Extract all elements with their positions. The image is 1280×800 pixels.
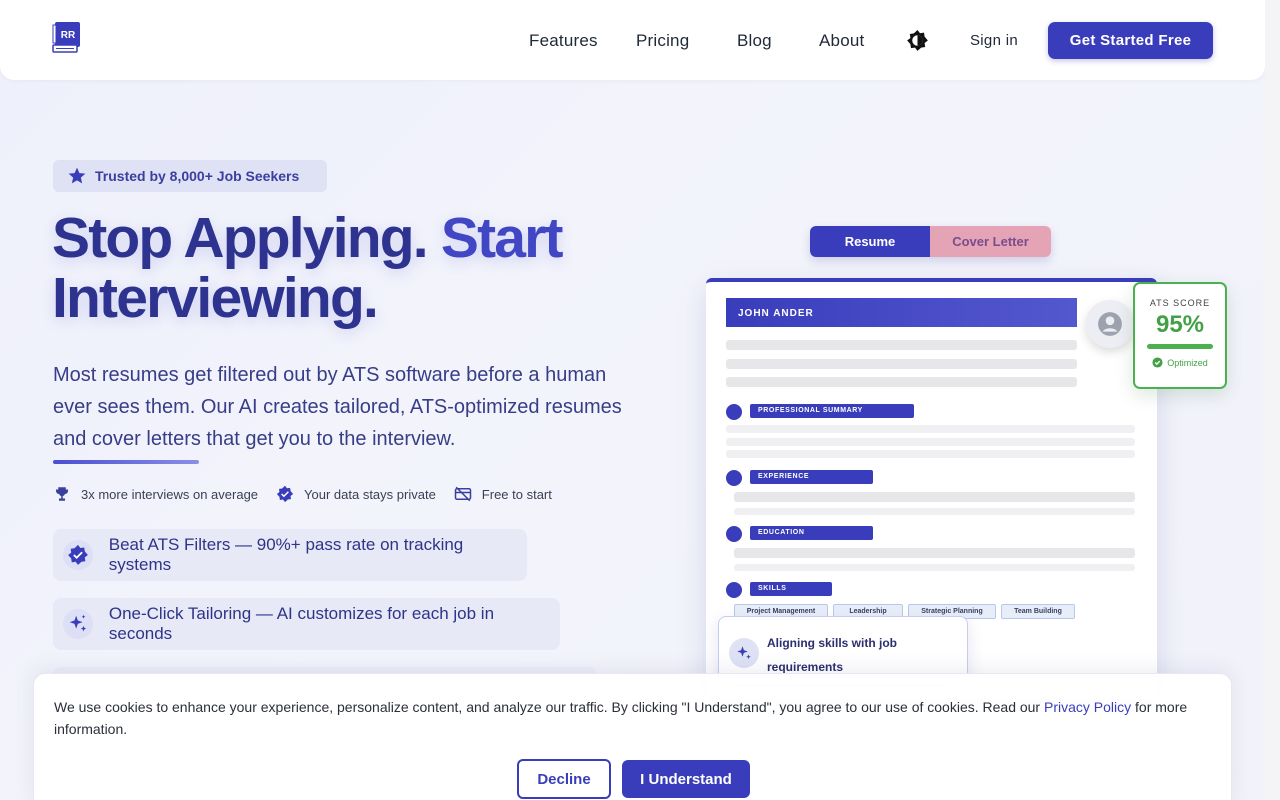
hero-headline: Stop Applying. Start Interviewing. (52, 208, 652, 328)
contrast-icon[interactable] (906, 29, 929, 52)
ats-status-text: Optimized (1167, 357, 1208, 368)
avatar-icon (1086, 300, 1134, 348)
headline-part1: Stop Applying. (52, 206, 429, 270)
check-badge-icon (63, 540, 93, 570)
resume-name: JOHN ANDER (726, 298, 1077, 327)
accept-cookies-button[interactable]: I Understand (622, 760, 750, 798)
stat-item: Your data stays private (276, 485, 436, 503)
tab-cover-letter[interactable]: Cover Letter (930, 226, 1051, 257)
stat-label: Free to start (481, 486, 552, 502)
skill-chip: Team Building (1001, 604, 1075, 619)
get-started-button[interactable]: Get Started Free (1048, 22, 1213, 59)
cookie-text: We use cookies to enhance your experienc… (54, 696, 1214, 740)
hero-stats: 3x more interviews on average Your data … (53, 485, 552, 503)
ats-value: 95% (1155, 311, 1205, 338)
page-scrollbar[interactable] (1265, 0, 1280, 800)
placeholder-line (734, 508, 1135, 515)
placeholder-line (726, 425, 1135, 433)
ats-progress-bar (1147, 344, 1213, 349)
placeholder-line (726, 450, 1135, 458)
ats-status: Optimized (1135, 357, 1225, 368)
check-circle-icon (1152, 357, 1163, 368)
section-summary: PROFESSIONAL SUMMARY (750, 404, 914, 418)
section-education: EDUCATION (750, 526, 873, 540)
stat-item: Free to start (454, 485, 552, 503)
no-card-icon (454, 486, 472, 502)
star-icon (68, 167, 86, 184)
stat-label: Your data stays private (304, 486, 436, 502)
cookie-text-before: We use cookies to enhance your experienc… (54, 699, 1044, 715)
hero-description: Most resumes get filtered out by ATS sof… (53, 364, 622, 450)
verified-icon (276, 485, 294, 503)
trophy-icon (56, 487, 68, 501)
feature-tailoring: One-Click Tailoring — AI customizes for … (53, 598, 560, 650)
hero-underline (53, 460, 199, 464)
placeholder-line (726, 438, 1135, 446)
sparkle-icon (63, 609, 93, 639)
trust-badge-text: Trusted by 8,000+ Job Seekers (95, 168, 300, 184)
placeholder-line (734, 564, 1135, 571)
sparkle-icon (729, 638, 759, 668)
graduation-icon (726, 526, 742, 542)
signin-link[interactable]: Sign in (970, 32, 1018, 49)
placeholder-line (734, 492, 1135, 502)
person-icon (726, 404, 742, 420)
nav-features[interactable]: Features (529, 31, 598, 51)
feature-label: One-Click Tailoring — AI customizes for … (108, 604, 495, 643)
feature-label: Beat ATS Filters — 90%+ pass rate on tra… (108, 535, 464, 574)
briefcase-icon (726, 470, 742, 486)
code-icon (726, 582, 742, 598)
decline-button[interactable]: Decline (517, 759, 611, 799)
ats-score-card: ATS SCORE 95% Optimized (1133, 282, 1227, 389)
nav-about[interactable]: About (819, 31, 864, 51)
stat-label: 3x more interviews on average (81, 486, 259, 502)
tab-resume[interactable]: Resume (810, 226, 930, 257)
section-skills: SKILLS (750, 582, 832, 596)
nav-pricing[interactable]: Pricing (636, 31, 689, 51)
preview-toggle: Resume Cover Letter (810, 226, 1051, 257)
headline-part3: Interviewing. (52, 266, 379, 330)
trust-badge: Trusted by 8,000+ Job Seekers (53, 160, 327, 192)
headline-part2: Start (440, 206, 564, 270)
placeholder-line (734, 548, 1135, 558)
feature-ats: Beat ATS Filters — 90%+ pass rate on tra… (53, 529, 527, 581)
section-experience: EXPERIENCE (750, 470, 873, 484)
cookie-banner: We use cookies to enhance your experienc… (33, 673, 1232, 800)
placeholder-line (726, 359, 1077, 369)
ats-label: ATS SCORE (1149, 298, 1211, 308)
privacy-policy-link[interactable]: Privacy Policy (1044, 699, 1131, 715)
placeholder-line (726, 340, 1077, 350)
logo-text: RR (61, 30, 76, 41)
stat-item: 3x more interviews on average (53, 485, 258, 503)
logo-icon[interactable]: RR (52, 21, 82, 53)
placeholder-line (726, 377, 1077, 387)
status-card-text: Aligning skills with job requirements (767, 636, 898, 674)
site-header: RR Features Pricing Blog About Sign in G… (0, 0, 1265, 80)
nav-blog[interactable]: Blog (737, 31, 772, 51)
